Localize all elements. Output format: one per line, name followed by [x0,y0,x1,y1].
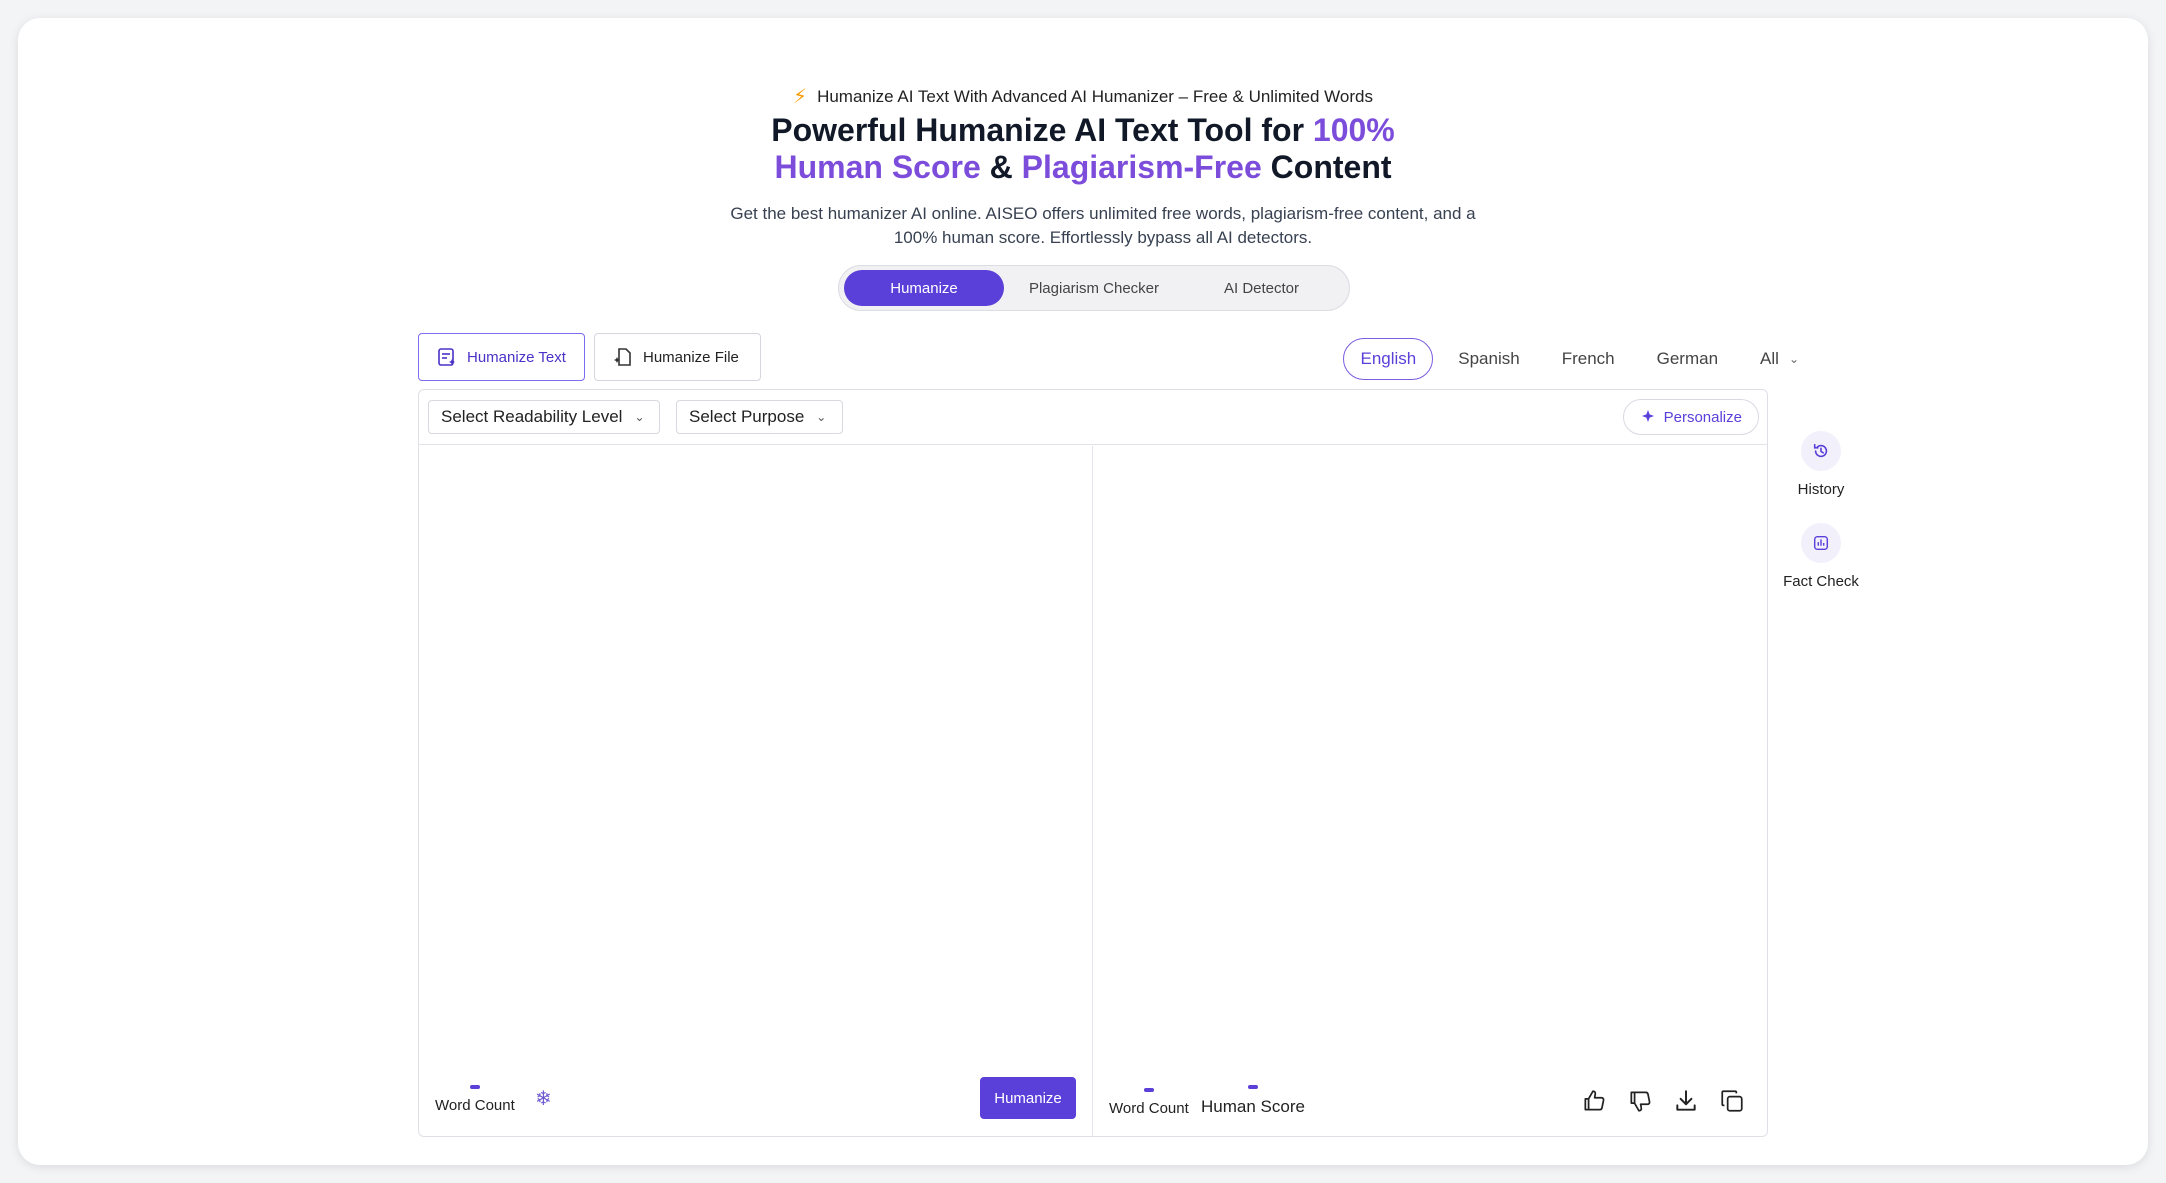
fact-check-label: Fact Check [1783,573,1859,590]
lang-spanish[interactable]: Spanish [1441,338,1536,380]
title-part: & [980,149,1022,185]
human-score: Human Score [1201,1085,1305,1117]
file-icon [614,348,631,366]
tagline-text: Humanize AI Text With Advanced AI Humani… [817,86,1373,106]
word-count-label: Word Count [435,1097,515,1114]
editor-panel: Select Readability Level ⌄ Select Purpos… [418,389,1768,1137]
mode-switch: Humanize Plagiarism Checker AI Detector [838,265,1350,311]
personalize-button[interactable]: Personalize [1622,399,1759,435]
copy-icon[interactable] [1719,1088,1745,1114]
tagline: ⚡ Humanize AI Text With Advanced AI Huma… [18,84,2148,109]
word-count-value [469,1085,480,1089]
output-word-count: Word Count [1109,1088,1189,1117]
thumbs-down-icon[interactable] [1627,1088,1653,1114]
history-label: History [1797,481,1845,498]
word-count-value [1143,1088,1154,1092]
lightning-icon: ⚡ [793,86,808,108]
chevron-down-icon: ⌄ [634,410,645,424]
subtitle: Get the best humanizer AI online. AISEO … [730,204,1476,247]
language-selector: English Spanish French German All ⌄ [1343,338,1816,380]
human-score-label: Human Score [1201,1097,1305,1116]
humanize-text-tab[interactable]: Humanize Text [418,333,585,381]
human-score-value [1247,1085,1258,1089]
fact-check-tool[interactable]: Fact Check [1778,523,1864,590]
history-tool[interactable]: History [1778,431,1864,498]
humanize-file-label: Humanize File [643,348,739,366]
title-part: Powerful Humanize AI Text Tool for [771,112,1313,148]
thumbs-up-icon[interactable] [1581,1088,1607,1114]
chevron-down-icon: ⌄ [1788,352,1799,366]
title-part: Content [1261,149,1392,185]
history-icon [1813,443,1828,458]
output-pane: Word Count Human Score [1093,446,1767,1136]
humanize-text-label: Humanize Text [467,348,566,366]
tab-ai-detector[interactable]: AI Detector [1184,270,1339,306]
input-text-area[interactable] [419,446,1092,1056]
chart-icon [1813,535,1829,551]
tab-plagiarism-checker[interactable]: Plagiarism Checker [1004,270,1184,306]
editor-toolbar: Select Readability Level ⌄ Select Purpos… [419,390,1767,445]
page-title: Powerful Humanize AI Text Tool for 100% … [18,112,2148,186]
fact-check-icon-wrap [1801,523,1841,563]
purpose-label: Select Purpose [689,407,805,426]
freeze-icon[interactable]: ❄ [535,1086,552,1111]
title-highlight: Human Score [774,149,981,185]
lang-english[interactable]: English [1343,338,1434,380]
sparkle-icon [1641,410,1654,422]
input-pane: Word Count ❄ Humanize [419,446,1093,1136]
history-icon-wrap [1801,431,1841,471]
lang-french[interactable]: French [1545,338,1632,380]
lang-all-label: All [1760,349,1779,368]
purpose-select[interactable]: Select Purpose ⌄ [676,400,843,434]
word-count-label: Word Count [1109,1100,1189,1117]
input-word-count: Word Count [435,1085,515,1114]
output-actions [1581,1088,1745,1114]
tab-humanize[interactable]: Humanize [844,270,1004,306]
lang-all-dropdown[interactable]: All ⌄ [1743,338,1816,380]
download-icon[interactable] [1673,1088,1699,1114]
text-document-icon [438,348,455,366]
title-highlight: 100% [1312,112,1395,148]
chevron-down-icon: ⌄ [816,410,827,424]
humanize-file-tab[interactable]: Humanize File [594,333,761,381]
readability-select[interactable]: Select Readability Level ⌄ [428,400,660,434]
title-highlight: Plagiarism-Free [1021,149,1262,185]
readability-label: Select Readability Level [441,407,623,426]
lang-german[interactable]: German [1640,338,1735,380]
personalize-label: Personalize [1663,408,1742,426]
humanize-button[interactable]: Humanize [980,1077,1076,1119]
